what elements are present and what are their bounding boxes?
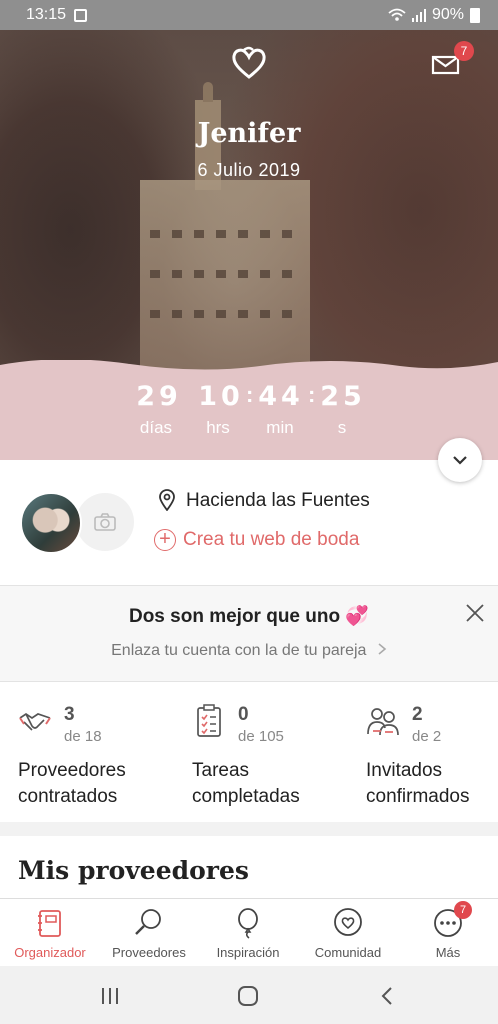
stat-count: 3 [64,704,75,725]
stat-count: 2 [412,704,423,725]
mail-badge: 7 [454,41,474,61]
partner-banner-subtitle[interactable]: Enlaza tu cuenta con la de tu pareja [0,642,498,660]
stat-label-line: contratados [18,786,118,807]
photo-building [140,180,310,380]
nav-item-inspiration[interactable]: Inspiración [198,899,298,967]
recent-apps-icon[interactable] [98,984,122,1008]
countdown-hours-label: hrs [206,418,230,437]
back-icon[interactable] [376,984,400,1008]
system-nav-bar [0,966,498,1024]
section-divider [0,822,498,836]
camera-icon [94,513,116,531]
venue-name[interactable]: Hacienda las Fuentes [186,490,370,512]
stat-label-line: Proveedores [18,760,126,781]
stat-guests[interactable]: 2 de 2 Invitados confirmados [348,682,498,822]
chevron-down-icon [453,456,467,465]
status-time: 13:15 [26,6,67,23]
nav-item-community[interactable]: Comunidad [298,899,398,967]
location-pin-icon [159,489,175,511]
battery-percent: 90% [431,6,464,23]
wifi-icon [388,8,406,21]
section-title: Mis proveedores [18,856,249,885]
countdown-days-label: días [139,418,173,437]
countdown-seconds: 25 [320,381,366,412]
photo-windows [150,270,300,278]
nav-item-more[interactable]: 7 Más [398,899,498,967]
stat-count: 0 [238,704,249,725]
home-icon[interactable] [236,984,260,1008]
stat-label-line: confirmados [366,786,470,807]
stat-total: de 2 [412,728,442,745]
partner-banner-link: Enlaza tu cuenta con la de tu pareja [111,642,367,659]
heart-logo-icon [232,46,266,79]
expand-button[interactable] [438,438,482,482]
stat-label-line: Tareas [192,760,250,781]
status-bar: 13:15 90% [0,0,498,30]
countdown-hours: 10 [198,381,244,412]
nav-label: Comunidad [314,945,382,960]
plus-circle-icon[interactable]: + [154,529,176,551]
photo-windows [150,230,300,238]
nav-item-organizer[interactable]: Organizador [0,899,100,967]
nav-label: Inspiración [216,945,280,960]
countdown-days: 29 [136,381,182,412]
search-icon [135,909,161,935]
bottom-nav: Organizador Proveedores Inspiración Comu… [0,898,498,966]
chevron-right-icon [378,643,387,655]
wedding-date: 6 Julio 2019 [197,160,301,180]
countdown-seconds-label: s [337,418,347,437]
avatar[interactable] [20,492,82,554]
stat-label: Tareas completadas [192,758,342,810]
stat-label-line: Invitados [366,760,443,781]
venue-section: Hacienda las Fuentes + Crea tu web de bo… [0,460,498,586]
close-icon[interactable] [464,602,486,624]
stat-label: Invitados confirmados [366,758,498,810]
couple-name: Jenifer [197,118,301,149]
nav-badge: 7 [454,901,472,919]
balloon-icon [238,908,258,939]
photo-windows [150,310,300,318]
chat-heart-icon [334,908,362,936]
checklist-icon [197,704,221,737]
stat-suppliers[interactable]: 3 de 18 Proveedores contratados [0,682,166,822]
stat-total: de 18 [64,728,102,745]
handshake-icon [19,712,51,731]
nav-item-suppliers[interactable]: Proveedores [99,899,199,967]
nav-label: Organizador [14,945,86,960]
partner-banner[interactable]: Dos son mejor que uno 💞 Enlaza tu cuenta… [0,586,498,682]
countdown-minutes-label: min [266,418,294,437]
partner-banner-title: Dos son mejor que uno 💞 [128,606,370,627]
nav-label: Más [435,945,461,960]
countdown-colon: : [246,382,254,407]
countdown: 29 10 : 44 : 25 días hrs min s [0,380,498,460]
stat-label: Proveedores contratados [18,758,168,810]
planner-icon [38,910,61,937]
partner-photo-placeholder[interactable] [76,493,134,551]
gallery-notification-icon [74,8,88,22]
stats-row: 3 de 18 Proveedores contratados 0 de 105… [0,682,498,822]
countdown-colon: : [308,382,316,407]
signal-icon [411,9,426,22]
hero-banner: 7 Jenifer 6 Julio 2019 29 10 : 44 : 25 d… [0,30,498,460]
create-website-link[interactable]: Crea tu web de boda [183,529,359,551]
stat-total: de 105 [238,728,284,745]
battery-icon [470,7,480,23]
nav-label: Proveedores [112,945,186,960]
guests-icon [367,708,399,736]
countdown-minutes: 44 [258,381,304,412]
stat-tasks[interactable]: 0 de 105 Tareas completadas [174,682,340,822]
stat-label-line: completadas [192,786,300,807]
